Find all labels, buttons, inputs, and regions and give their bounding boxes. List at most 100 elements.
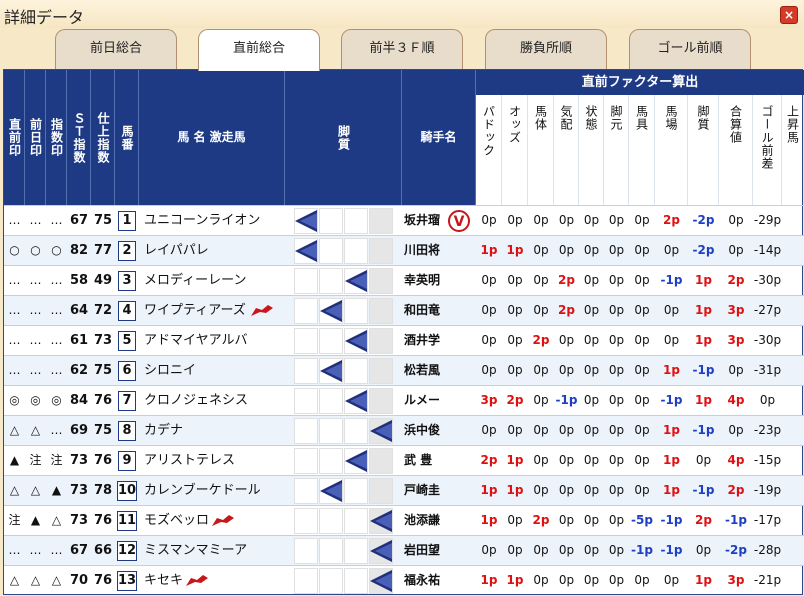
table-row[interactable]: △ △ ▲ 73 78 10 カレンブーケドール 戸崎圭 1p 1p 0p 0p 0p 0p 0p 1p -1p… (4, 475, 804, 505)
jockey-name[interactable]: 坂井瑠 (404, 206, 440, 235)
jockey-name[interactable]: 福永祐 (404, 566, 440, 595)
tab-chokuzen-sogo[interactable]: 直前総合 (198, 29, 320, 71)
horse-name[interactable]: シロニイ (144, 356, 196, 385)
mark-cell: ○ (51, 243, 62, 257)
factor-header-bataij[interactable]: 馬体 (528, 95, 554, 205)
jockey-name[interactable]: 岩田望 (404, 536, 440, 565)
horse-name[interactable]: アリストテレス (144, 446, 235, 475)
table-row[interactable]: … … … 58 49 3 メロディーレーン 幸英明 0p 0p 0p 2p 0p 0p 0p -1p 1p 2p… (4, 265, 804, 295)
header-shisu-mark: 指数印 (46, 70, 67, 205)
horse-name[interactable]: アドマイヤアルバ (144, 326, 247, 355)
table-row[interactable]: ▲ 注注 73 76 9 アリストテレス 武 豊 2p 1p 0p 0p 0p 0p 0p 1p 0p 4p -1… (4, 445, 804, 475)
svg-text:V: V (454, 214, 465, 230)
jockey-name[interactable]: 池添謙 (404, 506, 440, 535)
st-index: 84 (69, 393, 89, 408)
kyakushitsu-arrow-icon (319, 359, 343, 383)
kyakushitsu-slot (294, 298, 318, 324)
kyakushitsu-slot (344, 478, 368, 504)
header-chokuzen-mark: 直前印 (4, 70, 25, 205)
horse-name[interactable]: レイパパレ (144, 236, 209, 265)
factor-value: -27p (753, 303, 782, 317)
kyakushitsu-slot (294, 538, 318, 564)
tab-goal-mae[interactable]: ゴール前順 (629, 29, 751, 69)
jockey-name[interactable]: 浜中俊 (404, 416, 440, 445)
factor-header-gosan[interactable]: 合算値 (719, 95, 753, 205)
st-index: 73 (69, 453, 89, 468)
factor-header-baba[interactable]: 馬場 (655, 95, 688, 205)
horse-name[interactable]: メロディーレーン (144, 266, 246, 295)
mark-cell: ◎ (9, 393, 20, 407)
kyakushitsu-slot (294, 328, 318, 354)
kyakushitsu-slot (294, 268, 318, 294)
factor-value: 1p (506, 573, 524, 587)
mark-cell: ◎ (30, 393, 41, 407)
jockey-name[interactable]: 戸崎圭 (404, 476, 440, 505)
factor-value: 0p (634, 273, 650, 287)
horse-name[interactable]: カデナ (144, 416, 183, 445)
factor-header-kehai[interactable]: 気配 (554, 95, 579, 205)
header-umaban: 馬番 (115, 70, 139, 205)
factor-header-kyakushitsu[interactable]: 脚質 (688, 95, 719, 205)
table-row[interactable]: ○ ○ ○ 82 77 2 レイパパレ 川田将 1p 1p 0p 0p 0p 0p 0p 0p -2p 0p -14… (4, 235, 804, 265)
factor-value: 0p (608, 363, 625, 377)
table-row[interactable]: … … … 62 75 6 シロニイ 松若風 0p 0p 0p 0p 0p 0p 0p 1p -1p 0p -31p (4, 355, 804, 385)
kyakushitsu-arrow-icon (344, 389, 368, 413)
factor-header-odds[interactable]: オッズ (502, 95, 528, 205)
factor-value: 0p (558, 213, 575, 227)
horse-name[interactable]: ミスマンマミーア (144, 536, 247, 565)
jockey-name[interactable]: 和田竜 (404, 296, 440, 325)
factor-value: 0p (533, 453, 549, 467)
table-row[interactable]: … … … 64 72 4 ワイプティアーズ 和田竜 0p 0p 0p 2p 0p 0p 0p 0p 1p 3p -… (4, 295, 804, 325)
kyakushitsu-arrow-icon (369, 509, 393, 533)
jockey-name[interactable]: ルメー (404, 386, 440, 415)
factor-value: 0p (558, 333, 575, 347)
close-button[interactable]: × (780, 6, 798, 24)
tab-zenjitsu-sogo[interactable]: 前日総合 (55, 29, 177, 69)
jockey-name[interactable]: 武 豊 (404, 446, 432, 475)
table-row[interactable]: … … … 67 75 1 ユニコーンライオン 坂井瑠 V 0p 0p 0p 0p 0p 0p 0p 2p -2p… (4, 205, 804, 235)
jockey-name[interactable]: 川田将 (404, 236, 440, 265)
jockey-name[interactable]: 松若風 (404, 356, 440, 385)
horse-name[interactable]: クロノジェネシス (144, 386, 248, 415)
table-row[interactable]: 注 ▲ △ 73 76 11 モズベッロ 池添謙 1p 0p 2p 0p 0p 0p -5p -1p 2p -1p… (4, 505, 804, 535)
horse-name[interactable]: キセキ (144, 566, 183, 595)
mark-cell: … (8, 273, 21, 287)
table-row[interactable]: △ △ △ 70 76 13 キセキ 福永祐 1p 1p 0p 0p 0p 0p 0p 0p 1p 3p -21p (4, 565, 804, 595)
st-index: 62 (69, 363, 89, 378)
factor-header-ashimoto[interactable]: 脚元 (604, 95, 629, 205)
table-row[interactable]: … … … 67 66 12 ミスマンマミーア 岩田望 0p 0p 0p 0p 0p 0p -1p -1p 0p… (4, 535, 804, 565)
factor-value: 0p (695, 453, 712, 467)
gekiso-flag-icon (185, 574, 209, 588)
factor-value: -21p (753, 573, 782, 587)
jockey-name[interactable]: 酒井学 (404, 326, 440, 355)
kyakushitsu-slot (294, 358, 318, 384)
factor-value: 0p (663, 573, 680, 587)
horse-name[interactable]: モズベッロ (144, 506, 209, 535)
factor-header-paddock[interactable]: パドック (476, 95, 502, 205)
tab-shobudokoro[interactable]: 勝負所順 (485, 29, 607, 69)
st-index: 61 (69, 333, 89, 348)
factor-header-label: 状態 (584, 105, 598, 131)
factor-value: 0p (481, 423, 497, 437)
table-row[interactable]: △ △ … 69 75 8 カデナ 浜中俊 0p 0p 0p 0p 0p 0p 0p 1p -1p 0p -23p (4, 415, 804, 445)
header-umaban-label: 馬番 (120, 124, 134, 151)
factor-value: 0p (663, 243, 680, 257)
horse-name[interactable]: カレンブーケドール (144, 476, 261, 505)
factor-value: 0p (608, 243, 625, 257)
factor-value: 0p (558, 483, 575, 497)
kyakushitsu-slot (319, 508, 343, 534)
horse-name[interactable]: ワイプティアーズ (144, 296, 246, 325)
horse-name[interactable]: ユニコーンライオン (144, 206, 260, 235)
table-row[interactable]: ◎ ◎ ◎ 84 76 7 クロノジェネシス ルメー 3p 2p 0p -1p 0p 0p 0p -1p 1p 4… (4, 385, 804, 415)
jockey-name[interactable]: 幸英明 (404, 266, 440, 295)
factor-header-bagu[interactable]: 馬具 (629, 95, 655, 205)
tab-zenhan-3f[interactable]: 前半３Ｆ順 (341, 29, 463, 69)
kyakushitsu-arrow-icon (319, 479, 343, 503)
table-row[interactable]: … … … 61 73 5 アドマイヤアルバ 酒井学 0p 0p 2p 0p 0p 0p 0p 0p 1p 3p -… (4, 325, 804, 355)
factor-header-jotai[interactable]: 状態 (579, 95, 604, 205)
factor-header-josho-ba[interactable]: 上昇馬 (782, 95, 804, 205)
kyakushitsu-slot (319, 328, 343, 354)
factor-value: 1p (663, 453, 680, 467)
factor-header-goal-mae-sa[interactable]: ゴール前差 (753, 95, 782, 205)
factor-value: -30p (753, 273, 782, 287)
